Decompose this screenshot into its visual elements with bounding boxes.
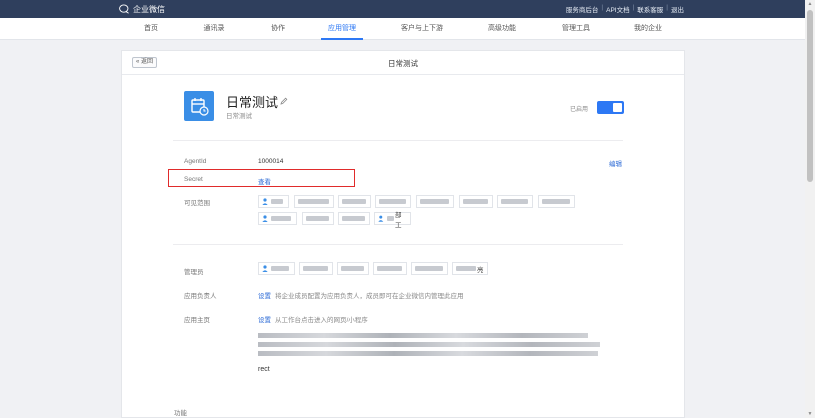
function-section-label: 功能: [174, 410, 187, 417]
scroll-up-arrow-icon[interactable]: ▲: [807, 1, 813, 7]
homepage-setting: 设置 从工作台点击进入的网页/小程序: [258, 314, 368, 324]
scope-member-chip: [258, 212, 297, 225]
scope-department-chip: 部工: [374, 212, 411, 229]
card-header: « 返回 日常测试: [122, 51, 684, 75]
pencil-icon[interactable]: [280, 97, 288, 105]
person-icon: [262, 215, 268, 222]
app-name: 日常测试: [226, 95, 279, 110]
scope-member-chip: [338, 195, 371, 208]
brand-name: 企业微信: [133, 4, 165, 14]
provider-console-link[interactable]: 服务商后台: [566, 4, 599, 14]
admin-chip: [337, 262, 369, 275]
owner-setting: 设置 将企业成员配置为应用负责人，成员即可在企业微信内管理此应用: [258, 290, 464, 300]
nav-management-tools[interactable]: 管理工具: [560, 18, 592, 40]
homepage-description: 从工作台点击进入的网页/小程序: [275, 317, 368, 324]
scroll-thumb[interactable]: [807, 10, 813, 182]
scope-member-chip: [338, 212, 370, 225]
admin-chip: [373, 262, 407, 275]
logout-link[interactable]: 退出: [671, 4, 684, 14]
scope-member-chip: [302, 212, 334, 225]
nav-contacts[interactable]: 通讯录: [200, 18, 228, 40]
main-nav: 首页 通讯录 协作 应用管理 客户与上下游 高级功能 管理工具 我的企业: [0, 18, 805, 40]
scope-member-chip: [375, 195, 411, 208]
nav-app-management[interactable]: 应用管理: [321, 18, 363, 40]
homepage-url-blurred: [258, 342, 600, 347]
owner-set-link[interactable]: 设置: [258, 293, 271, 300]
agentid-label: AgentId: [184, 158, 207, 165]
agentid-value: 1000014: [258, 158, 284, 165]
scope-member-chip: [258, 195, 289, 208]
divider: [173, 244, 623, 245]
app-subtitle: 日常测试: [226, 113, 252, 120]
homepage-url-tail: rect: [258, 366, 270, 373]
nav-advanced[interactable]: 高级功能: [486, 18, 518, 40]
scope-member-chip: [459, 195, 493, 208]
top-bar: 企业微信 服务商后台 | API文档 | 联系客服 | 退出: [0, 0, 805, 18]
admin-chip: [411, 262, 448, 275]
app-detail-card: « 返回 日常测试 日常测试 日常测试 已启用 AgentId 1000014 …: [121, 50, 685, 418]
enabled-status-label: 已启用: [570, 107, 589, 113]
wecom-logo-icon: [119, 4, 129, 14]
homepage-url-blurred: [258, 333, 588, 338]
app-icon: [184, 91, 214, 121]
nav-my-company[interactable]: 我的企业: [632, 18, 664, 40]
admin-chip: 亮: [452, 262, 488, 275]
homepage-url-blurred: [258, 351, 598, 356]
owner-label: 应用负责人: [184, 293, 217, 300]
homepage-label: 应用主页: [184, 317, 210, 324]
nav-home[interactable]: 首页: [140, 18, 162, 40]
secret-highlight-box: [168, 169, 355, 187]
divider: [173, 140, 623, 141]
edit-link[interactable]: 编辑: [609, 158, 622, 168]
api-docs-link[interactable]: API文档: [606, 4, 629, 14]
enable-toggle[interactable]: [597, 101, 624, 114]
scope-member-chip: [416, 195, 454, 208]
admin-chip: [258, 262, 295, 275]
scope-member-chip: [538, 195, 575, 208]
scope-member-chip: [497, 195, 533, 208]
brand[interactable]: 企业微信: [119, 3, 165, 15]
nav-collaboration[interactable]: 协作: [267, 18, 289, 40]
owner-description: 将企业成员配置为应用负责人，成员即可在企业微信内管理此应用: [275, 293, 464, 300]
nav-customers[interactable]: 客户与上下游: [398, 18, 446, 40]
top-links: 服务商后台 | API文档 | 联系客服 | 退出: [565, 4, 684, 14]
scroll-down-arrow-icon[interactable]: ▼: [807, 411, 813, 417]
page-scrollbar[interactable]: ▲ ▼: [805, 0, 815, 418]
person-icon: [262, 198, 268, 205]
homepage-set-link[interactable]: 设置: [258, 317, 271, 324]
scope-label: 可见范围: [184, 200, 210, 207]
person-icon: [378, 215, 384, 222]
page-title: 日常测试: [388, 59, 418, 68]
toggle-knob: [613, 103, 622, 112]
admin-chip: [299, 262, 333, 275]
person-icon: [262, 265, 268, 272]
contact-support-link[interactable]: 联系客服: [637, 4, 663, 14]
calendar-icon: [191, 98, 209, 116]
scope-member-chip: [294, 195, 334, 208]
admin-label: 管理员: [184, 269, 204, 276]
